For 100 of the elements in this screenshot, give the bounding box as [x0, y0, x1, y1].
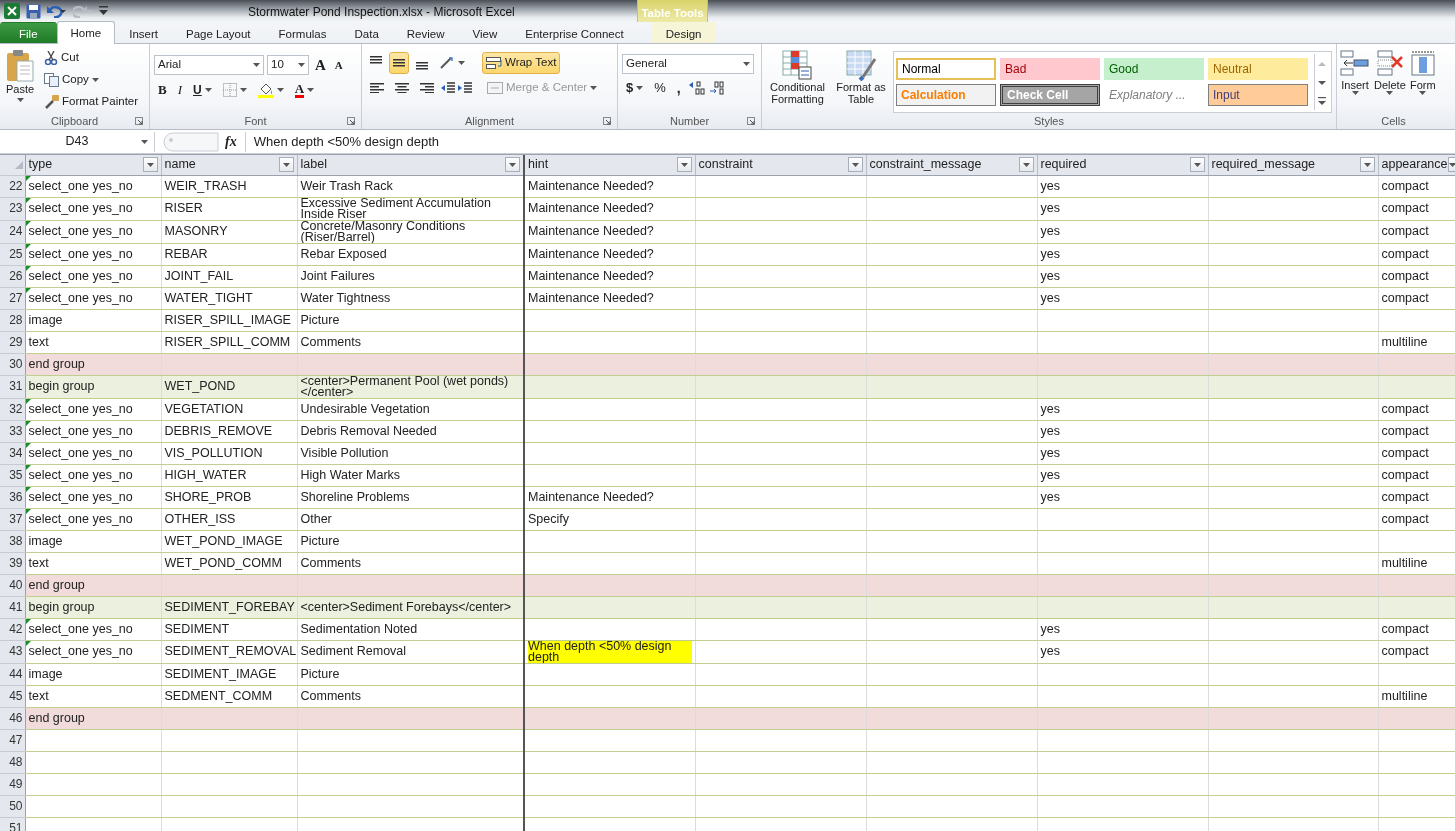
- row-number[interactable]: 33: [0, 420, 25, 442]
- spreadsheet-logo-icon[interactable]: [4, 3, 20, 19]
- cell-style-option[interactable]: Good: [1104, 58, 1204, 80]
- ribbon-tab[interactable]: Enterprise Connect: [511, 22, 638, 43]
- dialog-launcher-icon[interactable]: [347, 117, 355, 125]
- cut-button[interactable]: Cut: [40, 47, 143, 69]
- table-cell: end group: [28, 356, 85, 371]
- row-number[interactable]: 27: [0, 287, 25, 309]
- percent-button[interactable]: %: [650, 77, 670, 99]
- currency-button[interactable]: $: [622, 77, 648, 99]
- italic-button[interactable]: I: [173, 79, 186, 101]
- row-number[interactable]: 29: [0, 331, 25, 353]
- increase-decimal-icon[interactable]: [687, 81, 706, 95]
- row-number[interactable]: 26: [0, 265, 25, 287]
- font-color-button[interactable]: A: [290, 79, 319, 101]
- row-number[interactable]: 39: [0, 552, 25, 574]
- row-number[interactable]: 23: [0, 197, 25, 220]
- filter-button[interactable]: [142, 157, 158, 173]
- font-name-field[interactable]: Arial: [154, 55, 264, 75]
- row-number[interactable]: 34: [0, 442, 25, 464]
- table-cell: image: [28, 666, 63, 681]
- insert-function-button[interactable]: fx: [225, 131, 237, 152]
- filter-button[interactable]: [505, 157, 520, 173]
- ribbon-tab[interactable]: File: [0, 22, 57, 43]
- save-icon[interactable]: [26, 3, 41, 19]
- cell-style-option[interactable]: Normal: [896, 58, 996, 80]
- ribbon-tab[interactable]: Review: [392, 22, 459, 43]
- row-number[interactable]: 31: [0, 375, 25, 398]
- undo-icon[interactable]: [47, 4, 67, 18]
- ribbon-tab[interactable]: Design: [651, 22, 716, 43]
- grow-font-button[interactable]: A: [312, 54, 329, 76]
- row-number[interactable]: 22: [0, 175, 25, 197]
- caret-icon: [239, 88, 247, 92]
- underline-button[interactable]: U: [189, 79, 216, 101]
- filter-button[interactable]: [1189, 157, 1205, 173]
- row-number[interactable]: 24: [0, 220, 25, 243]
- increase-indent-icon[interactable]: [458, 81, 472, 95]
- row-number[interactable]: 38: [0, 530, 25, 552]
- row-number[interactable]: 36: [0, 486, 25, 508]
- filter-button[interactable]: [1018, 157, 1034, 173]
- filter-button[interactable]: [676, 157, 692, 173]
- row-number[interactable]: 25: [0, 243, 25, 265]
- decrease-indent-icon[interactable]: [441, 81, 455, 95]
- row-number[interactable]: 41: [0, 596, 25, 618]
- cell-style-option[interactable]: Neutral: [1208, 58, 1308, 80]
- shrink-font-button[interactable]: A: [331, 54, 346, 76]
- paste-button[interactable]: Paste: [4, 47, 36, 113]
- row-number[interactable]: 32: [0, 398, 25, 420]
- row-number[interactable]: 48: [0, 751, 25, 773]
- wrap-text-button[interactable]: Wrap Text: [482, 52, 561, 74]
- row-number[interactable]: 42: [0, 618, 25, 640]
- row-number[interactable]: 40: [0, 574, 25, 596]
- format-painter-button[interactable]: Format Painter: [40, 91, 143, 113]
- delete-cells-button[interactable]: Delete: [1373, 47, 1407, 113]
- ribbon-tab[interactable]: Insert: [115, 22, 172, 43]
- filter-button[interactable]: [847, 157, 863, 173]
- formula-field[interactable]: When depth <50% design depth: [244, 131, 1455, 152]
- row-number[interactable]: 43: [0, 640, 25, 663]
- row-number[interactable]: 35: [0, 464, 25, 486]
- ribbon-tab[interactable]: Home: [56, 21, 116, 44]
- filter-button[interactable]: [1359, 157, 1375, 173]
- row-number[interactable]: 49: [0, 773, 25, 795]
- copy-button[interactable]: Copy: [40, 69, 143, 91]
- redo-icon: [73, 4, 93, 18]
- align-middle-button[interactable]: [389, 52, 409, 74]
- ribbon-tab[interactable]: Formulas: [264, 22, 341, 43]
- dialog-launcher-icon[interactable]: [603, 117, 611, 125]
- table-cell: Comments: [300, 688, 361, 703]
- row-number[interactable]: 30: [0, 353, 25, 375]
- dialog-launcher-icon[interactable]: [747, 117, 755, 125]
- insert-cells-button[interactable]: Insert: [1339, 47, 1371, 113]
- cell-style-option[interactable]: Bad: [1000, 58, 1100, 80]
- ribbon-tab[interactable]: Data: [340, 22, 393, 43]
- ribbon-tab[interactable]: Page Layout: [172, 22, 265, 43]
- group-label: Styles: [1034, 113, 1064, 129]
- cell-style-option[interactable]: Input: [1208, 84, 1308, 106]
- customize-menu-icon[interactable]: [99, 6, 108, 16]
- format-as-table-button[interactable]: Format as Table: [833, 47, 889, 113]
- row-number[interactable]: 37: [0, 508, 25, 530]
- row-number[interactable]: 46: [0, 707, 25, 729]
- font-size-field[interactable]: 10: [267, 55, 309, 75]
- row-number[interactable]: 47: [0, 729, 25, 751]
- filter-button[interactable]: [1447, 157, 1454, 173]
- name-box[interactable]: D43: [0, 131, 155, 152]
- table-cell: WATER_TIGHT: [164, 290, 253, 305]
- number-format-field[interactable]: General: [622, 54, 754, 74]
- decrease-decimal-icon[interactable]: [708, 81, 727, 95]
- format-cells-button[interactable]: Form: [1408, 47, 1437, 113]
- row-number[interactable]: 44: [0, 663, 25, 685]
- comma-button[interactable]: ,: [672, 77, 685, 99]
- dialog-launcher-icon[interactable]: [135, 117, 143, 125]
- row-number[interactable]: 45: [0, 685, 25, 707]
- conditional-formatting-button[interactable]: Conditional Formatting: [766, 47, 829, 113]
- table-cell: <center>Sediment Forebays</center>: [300, 599, 512, 614]
- table-cell: yes: [1040, 201, 1060, 215]
- filter-button[interactable]: [278, 157, 294, 173]
- row-number[interactable]: 28: [0, 309, 25, 331]
- bold-button[interactable]: B: [154, 79, 171, 101]
- ribbon-tab[interactable]: View: [458, 22, 512, 43]
- row-number[interactable]: 50: [0, 795, 25, 817]
